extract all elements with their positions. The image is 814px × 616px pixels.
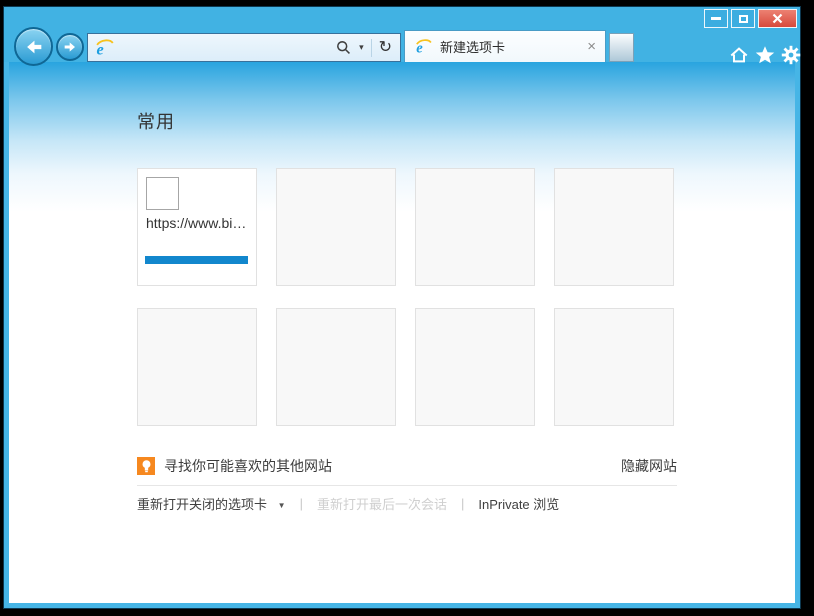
caption-buttons — [704, 9, 797, 28]
back-arrow-icon — [26, 40, 41, 53]
maximize-icon — [738, 14, 748, 23]
site-tile-url: https://www.bi… — [146, 215, 247, 231]
site-tile-empty[interactable] — [554, 168, 674, 286]
address-input[interactable] — [121, 40, 329, 55]
gear-icon — [781, 45, 801, 65]
site-tile-empty[interactable] — [415, 168, 535, 286]
session-links-row: 重新打开关闭的选项卡 ▼ | 重新打开最后一次会话 | InPrivate 浏览 — [137, 494, 677, 513]
search-icon[interactable] — [335, 39, 352, 56]
forward-button[interactable] — [56, 33, 84, 61]
back-button[interactable] — [14, 27, 53, 66]
chevron-down-icon: ▼ — [277, 501, 286, 510]
search-dropdown-icon[interactable]: ▾ — [359, 42, 364, 53]
reopen-last-session-link: 重新打开最后一次会话 — [316, 497, 447, 512]
favicon-placeholder — [146, 177, 179, 210]
suggestions-row: 寻找你可能喜欢的其他网站 隐藏网站 — [137, 456, 677, 476]
reopen-closed-tabs-label: 重新打开关闭的选项卡 — [137, 497, 268, 512]
tab-new-tab[interactable]: e 新建选项卡 × — [404, 30, 606, 62]
maximize-button[interactable] — [731, 9, 755, 28]
minimize-button[interactable] — [704, 9, 728, 28]
browser-chrome: e ▾ ↻ e 新建选项卡 × — [4, 7, 801, 66]
links-divider — [137, 485, 677, 486]
site-tile[interactable]: https://www.bi… — [137, 168, 257, 286]
tab-favicon-ie-icon: e — [416, 38, 432, 56]
close-icon — [772, 13, 783, 24]
inprivate-browsing-link[interactable]: InPrivate 浏览 — [478, 494, 559, 513]
site-frequency-bar — [145, 256, 248, 264]
star-icon — [755, 46, 775, 64]
lightbulb-icon — [137, 457, 155, 475]
home-icon — [730, 47, 748, 63]
home-button[interactable] — [728, 44, 750, 66]
new-tab-button[interactable] — [609, 33, 634, 62]
hide-sites-link[interactable]: 隐藏网站 — [621, 456, 677, 476]
ie-logo-icon: e — [96, 38, 114, 58]
minimize-icon — [711, 17, 721, 20]
page-title: 常用 — [137, 112, 175, 132]
site-tile-empty[interactable] — [415, 308, 535, 426]
reopen-closed-tabs-link[interactable]: 重新打开关闭的选项卡 ▼ — [137, 494, 286, 513]
address-bar[interactable]: e ▾ ↻ — [87, 33, 401, 62]
tab-close-icon[interactable]: × — [587, 39, 596, 54]
tools-button[interactable] — [780, 44, 802, 66]
address-bar-separator — [370, 38, 372, 57]
svg-text:e: e — [416, 40, 423, 55]
close-button[interactable] — [758, 9, 797, 28]
site-tile-empty[interactable] — [276, 308, 396, 426]
link-separator: | — [299, 496, 303, 511]
frequent-sites-grid: https://www.bi… — [137, 168, 677, 426]
browser-window: e ▾ ↻ e 新建选项卡 × 常用 https://www.bi… 寻找你可能… — [3, 6, 801, 609]
link-separator: | — [460, 496, 465, 511]
discover-sites-link[interactable]: 寻找你可能喜欢的其他网站 — [164, 456, 332, 476]
forward-arrow-icon — [64, 42, 75, 52]
site-tile-empty[interactable] — [554, 308, 674, 426]
refresh-icon[interactable]: ↻ — [379, 39, 392, 56]
svg-text:e: e — [97, 40, 104, 58]
site-tile-empty[interactable] — [137, 308, 257, 426]
new-tab-page: 常用 https://www.bi… 寻找你可能喜欢的其他网站 隐藏网站 重新打… — [9, 62, 795, 603]
tab-title: 新建选项卡 — [440, 40, 506, 55]
site-tile-empty[interactable] — [276, 168, 396, 286]
favorites-button[interactable] — [754, 44, 776, 66]
